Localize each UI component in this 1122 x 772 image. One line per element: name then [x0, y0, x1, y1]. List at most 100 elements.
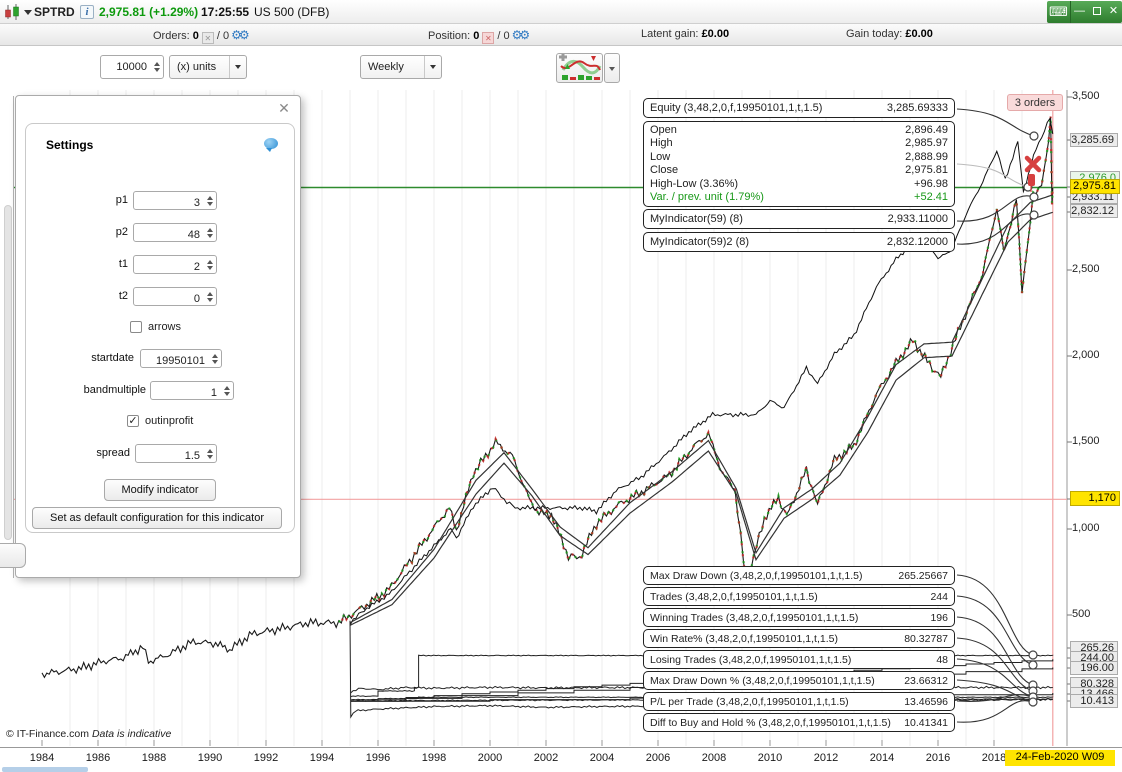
orders-count-badge[interactable]: 3 orders [1007, 94, 1063, 111]
set-default-button[interactable]: Set as default configuration for this in… [32, 507, 282, 529]
field-spin-arrows[interactable] [204, 224, 216, 241]
indicator2-info-box[interactable]: MyIndicator(59)2 (8) 2,832.12000 [643, 232, 955, 252]
dialog-close-icon[interactable]: ✕ [276, 101, 292, 117]
keyboard-icon[interactable]: ⌨ [1047, 1, 1071, 23]
x-axis: 1984 1986 1988 1990 1992 1994 1996 1998 2000 2002… [0, 747, 1122, 772]
stat-label: Diff to Buy and Hold % (3,48,2,0,f,19950… [650, 716, 891, 729]
chart-type-button[interactable] [556, 53, 603, 83]
stat-box[interactable]: Winning Trades (3,48,2,0,f,19950101,1,t,… [643, 608, 955, 627]
stat-label: Win Rate% (3,48,2,0,f,19950101,1,t,1.5) [650, 632, 838, 645]
ohlc-row-label: High [650, 137, 673, 150]
y-axis-label: 3,285.69 [1070, 133, 1118, 147]
position-settings-gear-icon[interactable]: ⚙⚙ [512, 28, 530, 42]
field-value[interactable]: 3 [134, 192, 204, 209]
indicator1-info-box[interactable]: MyIndicator(59) (8) 2,933.11000 [643, 209, 955, 229]
x-axis-label: 2002 [533, 752, 559, 764]
x-axis-label: 2014 [869, 752, 895, 764]
stat-value: 13.46596 [904, 695, 948, 708]
quantity-spin-arrows[interactable] [151, 56, 163, 78]
ohlc-info-box[interactable]: Open 2,896.49 High 2,985.97 Low 2,888.99 Close… [643, 121, 955, 208]
background-panel-scrollbar[interactable] [4, 205, 12, 540]
latent-gain: Latent gain: £0.00 [641, 28, 730, 40]
collapsed-side-tab[interactable] [0, 543, 26, 568]
ohlc-row-label: High-Low (3.36%) [650, 177, 739, 190]
spread-input[interactable]: 1.5 [135, 444, 217, 463]
stat-label: Max Draw Down (3,48,2,0,f,19950101,1,t,1… [650, 569, 863, 582]
bandmultiple-label: bandmultiple [83, 384, 146, 396]
field-value[interactable]: 2 [134, 256, 204, 273]
cursor-date-label: 24-Feb-2020 W09 [1005, 750, 1115, 766]
startdate-input[interactable]: 19950101 [140, 349, 222, 368]
field-value[interactable]: 48 [134, 224, 204, 241]
ohlc-row: High-Low (3.36%) +96.98 [650, 178, 948, 191]
stat-box[interactable]: Losing Trades (3,48,2,0,f,19950101,1,t,1… [643, 650, 955, 669]
stat-box[interactable]: P/L per Trade (3,48,2,0,f,19950101,1,t,1… [643, 692, 955, 711]
stat-value: 48 [936, 653, 948, 666]
outinprofit-checkbox[interactable]: ✓ [127, 415, 139, 427]
ohlc-row-label: Open [650, 124, 677, 136]
stat-box[interactable]: Win Rate% (3,48,2,0,f,19950101,1,t,1.5) 8… [643, 629, 955, 648]
equity-info-box[interactable]: Equity (3,48,2,0,f,19950101,1,t,1.5) 3,2… [643, 98, 955, 118]
quantity-stepper[interactable]: 10000 [100, 55, 164, 79]
help-bubble-icon[interactable] [264, 138, 278, 152]
info-icon[interactable]: i [80, 5, 94, 19]
orders-settings-gear-icon[interactable]: ⚙⚙ [231, 28, 249, 42]
field-value[interactable]: 0 [134, 288, 204, 305]
x-axis-label: 2016 [925, 752, 951, 764]
stat-box[interactable]: Max Draw Down % (3,48,2,0,f,19950101,1,t… [643, 671, 955, 690]
stat-label: Winning Trades (3,48,2,0,f,19950101,1,t,… [650, 611, 859, 624]
stat-box[interactable]: Max Draw Down (3,48,2,0,f,19950101,1,t,1… [643, 566, 955, 585]
y-axis-label: 2,500 [1072, 263, 1100, 275]
field-spin-arrows[interactable] [204, 192, 216, 209]
quantity-value[interactable]: 10000 [101, 56, 151, 78]
units-value: (x) units [177, 61, 217, 73]
x-axis-label: 1984 [29, 752, 55, 764]
modify-indicator-button[interactable]: Modify indicator [104, 479, 216, 501]
units-select[interactable]: (x) units [169, 55, 247, 79]
instrument-dropdown-caret[interactable] [24, 10, 32, 15]
order-flag-icon [1028, 174, 1035, 186]
timeframe-dropdown-caret[interactable] [424, 56, 441, 78]
cancel-orders-icon[interactable]: ✕ [201, 32, 214, 44]
stat-label: P/L per Trade (3,48,2,0,f,19950101,1,t,1… [650, 695, 849, 708]
stat-box[interactable]: Trades (3,48,2,0,f,19950101,1,t,1.5) 244 [643, 587, 955, 606]
y-axis-label: 10.413 [1070, 694, 1118, 708]
chart-type-dropdown-caret[interactable] [604, 53, 620, 83]
field-stepper-input[interactable]: 3 [133, 191, 217, 210]
ohlc-row: Var. / prev. unit (1.79%) +52.41 [650, 191, 948, 204]
ohlc-row-value: 2,975.81 [905, 164, 948, 177]
horizontal-scrollbar[interactable] [2, 767, 88, 772]
close-button[interactable]: ✕ [1105, 1, 1122, 23]
minimize-button[interactable]: — [1071, 1, 1088, 23]
field-stepper-input[interactable]: 2 [133, 255, 217, 274]
field-stepper-input[interactable]: 0 [133, 287, 217, 306]
units-dropdown-caret[interactable] [229, 56, 246, 78]
outinprofit-label: outinprofit [145, 415, 194, 427]
outinprofit-option[interactable]: ✓ outinprofit [127, 415, 193, 427]
x-axis-label: 2006 [645, 752, 671, 764]
ohlc-row-value: +52.41 [914, 191, 948, 204]
field-spin-arrows[interactable] [204, 288, 216, 305]
x-axis-label: 2004 [589, 752, 615, 764]
x-axis-label: 2012 [813, 752, 839, 764]
arrows-checkbox[interactable] [130, 321, 142, 333]
field-stepper-input[interactable]: 48 [133, 223, 217, 242]
maximize-button[interactable] [1088, 1, 1105, 23]
stat-box[interactable]: Diff to Buy and Hold % (3,48,2,0,f,19950… [643, 713, 955, 732]
gain-today: Gain today: £0.00 [846, 28, 933, 40]
bandmultiple-input[interactable]: 1 [150, 381, 234, 400]
arrows-label: arrows [148, 321, 182, 333]
indicator-settings-dialog[interactable]: ✕ Settings 3 p1 48 p2 2 t1 0 t2 arrows startdat… [15, 95, 301, 578]
quote-time: 17:25:55 [201, 5, 250, 19]
instrument-symbol[interactable]: SPTRD [34, 5, 75, 19]
close-position-icon[interactable]: ✕ [482, 32, 495, 44]
timeframe-value: Weekly [368, 61, 404, 73]
myindicator-59-series [349, 194, 1053, 624]
field-spin-arrows[interactable] [204, 256, 216, 273]
chart-area[interactable]: Equity (3,48,2,0,f,19950101,1,t,1.5) 3,2… [0, 90, 1122, 747]
x-axis-label: 2008 [701, 752, 727, 764]
arrows-option[interactable]: arrows [130, 321, 181, 333]
timeframe-select[interactable]: Weekly [360, 55, 442, 79]
ohlc-row-label: Close [650, 164, 679, 177]
x-axis-label: 1994 [309, 752, 335, 764]
